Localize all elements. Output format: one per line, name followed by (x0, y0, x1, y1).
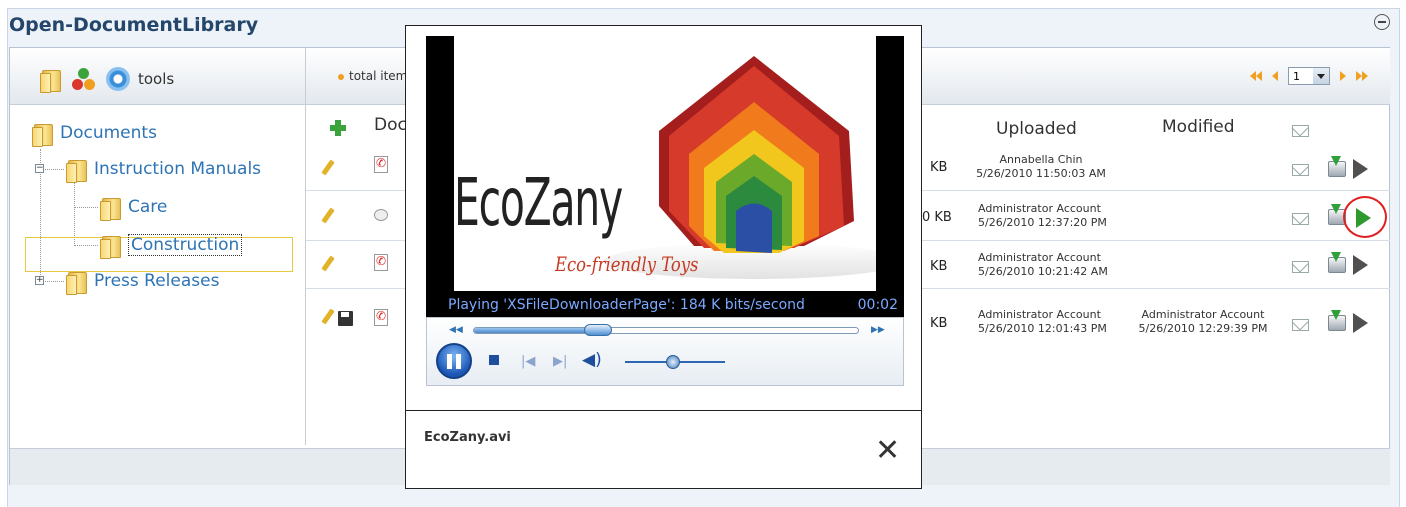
uploaded-by: Administrator Account (978, 308, 1101, 321)
uploaded-at: 5/26/2010 11:50:03 AM (976, 167, 1106, 180)
email-icon[interactable] (1292, 213, 1309, 225)
seek-progress (474, 328, 597, 333)
email-icon[interactable] (1292, 261, 1309, 273)
folder-icon (100, 233, 122, 259)
edit-icon[interactable] (318, 308, 332, 322)
prev-page-icon[interactable] (1272, 71, 1278, 81)
next-track-icon[interactable]: ▶| (553, 354, 567, 369)
tree-node-label[interactable]: Instruction Manuals (94, 159, 261, 179)
last-page-icon[interactable] (1356, 71, 1368, 81)
download-icon[interactable] (1326, 156, 1346, 177)
collapse-node-icon[interactable]: − (35, 164, 44, 173)
volume-icon[interactable]: ◀) (582, 350, 602, 370)
structure-icon[interactable] (72, 68, 96, 90)
pdf-icon (374, 309, 388, 326)
tree-node-label[interactable]: Care (128, 197, 167, 217)
uploaded-by: Administrator Account (978, 202, 1101, 215)
pdf-icon (374, 254, 388, 271)
tree-node-documents[interactable]: Documents (32, 121, 157, 147)
pause-button[interactable] (436, 343, 472, 379)
tree-node-instruction-manuals[interactable]: Instruction Manuals (66, 157, 261, 183)
save-icon[interactable] (338, 311, 353, 326)
video-file-icon (374, 209, 388, 221)
player-controls: ◀◀ ▶▶ |◀ ▶| ◀) (426, 317, 904, 386)
expand-node-icon[interactable]: + (35, 276, 44, 285)
file-size: KB (930, 316, 948, 331)
email-icon (1292, 125, 1309, 137)
folder-tree: Documents − Instruction Manuals Care Con… (10, 105, 305, 445)
stop-button[interactable] (489, 355, 499, 365)
chevron-down-icon[interactable] (1313, 68, 1329, 84)
uploaded-at: 5/26/2010 12:37:20 PM (978, 216, 1107, 229)
edit-icon[interactable] (318, 159, 332, 173)
file-size: KB (930, 160, 948, 175)
seek-bar[interactable] (473, 324, 859, 336)
eco-logo-subtitle: Eco-friendly Toys (555, 252, 699, 276)
page-select[interactable]: 1 (1288, 67, 1330, 85)
tree-node-press-releases[interactable]: Press Releases (66, 269, 219, 295)
collapse-icon[interactable] (1374, 14, 1390, 30)
close-icon[interactable]: ✕ (875, 436, 900, 466)
fast-forward-icon[interactable]: ▶▶ (871, 325, 885, 335)
column-header-document[interactable]: Doc (374, 115, 407, 135)
panel-title: Open-DocumentLibrary (9, 14, 259, 36)
volume-thumb[interactable] (666, 355, 680, 369)
folder-icon[interactable] (40, 67, 62, 93)
folder-icon (100, 195, 122, 221)
tools-button[interactable]: tools (138, 70, 174, 88)
tree-node-construction[interactable]: Construction (100, 233, 243, 259)
media-player-popup: EcoZany Eco-friendly Toys Playing 'XSFil… (405, 25, 922, 489)
play-icon[interactable] (1353, 159, 1368, 179)
playback-status-bar: Playing 'XSFileDownloaderPage': 184 K bi… (426, 292, 904, 317)
media-file-name: EcoZany.avi (424, 430, 511, 445)
page-select-value: 1 (1293, 69, 1300, 83)
file-size: 0 KB (922, 210, 952, 225)
tree-node-label[interactable]: Documents (60, 123, 157, 143)
download-icon[interactable] (1326, 310, 1346, 331)
eco-logo-title: EcoZany (454, 164, 623, 241)
play-icon[interactable] (1353, 255, 1368, 275)
column-header-uploaded[interactable]: Uploaded (996, 119, 1077, 139)
next-page-icon[interactable] (1340, 71, 1346, 81)
add-document-icon[interactable] (330, 120, 346, 136)
video-frame: EcoZany Eco-friendly Toys (454, 36, 876, 291)
tree-node-label[interactable]: Press Releases (94, 271, 219, 291)
pager: 1 (1250, 67, 1368, 85)
email-icon[interactable] (1292, 164, 1309, 176)
rewind-icon[interactable]: ◀◀ (449, 325, 463, 335)
uploaded-by: Administrator Account (978, 251, 1101, 264)
edit-icon[interactable] (318, 207, 332, 221)
total-items-label: total item (338, 69, 407, 83)
gear-icon[interactable] (106, 67, 130, 91)
column-header-modified[interactable]: Modified (1162, 117, 1235, 137)
tree-node-care[interactable]: Care (100, 195, 167, 221)
modified-by: Administrator Account (1141, 308, 1265, 321)
download-icon[interactable] (1326, 252, 1346, 273)
edit-icon[interactable] (318, 255, 332, 269)
playback-time: 00:02 (857, 296, 898, 313)
uploaded-by: Annabella Chin (999, 153, 1083, 166)
uploaded-at: 5/26/2010 10:21:42 AM (978, 265, 1108, 278)
highlight-circle (1343, 196, 1387, 238)
folder-icon (66, 157, 88, 183)
seek-thumb[interactable] (583, 324, 612, 336)
modified-at: 5/26/2010 12:29:39 PM (1138, 322, 1268, 335)
tree-node-label[interactable]: Construction (128, 234, 243, 256)
previous-track-icon[interactable]: |◀ (521, 354, 535, 369)
video-area[interactable]: EcoZany Eco-friendly Toys Playing 'XSFil… (426, 36, 904, 317)
popup-divider (406, 410, 921, 411)
email-icon[interactable] (1292, 319, 1309, 331)
left-toolbar: tools (10, 48, 305, 105)
folder-icon (66, 269, 88, 295)
play-icon[interactable] (1353, 313, 1368, 333)
folder-icon (32, 121, 54, 147)
pdf-icon (374, 156, 388, 173)
playback-status: Playing 'XSFileDownloaderPage': 184 K bi… (448, 296, 805, 313)
tree-connector (74, 207, 98, 208)
file-size: KB (930, 259, 948, 274)
uploaded-at: 5/26/2010 12:01:43 PM (978, 322, 1107, 335)
first-page-icon[interactable] (1250, 71, 1262, 81)
